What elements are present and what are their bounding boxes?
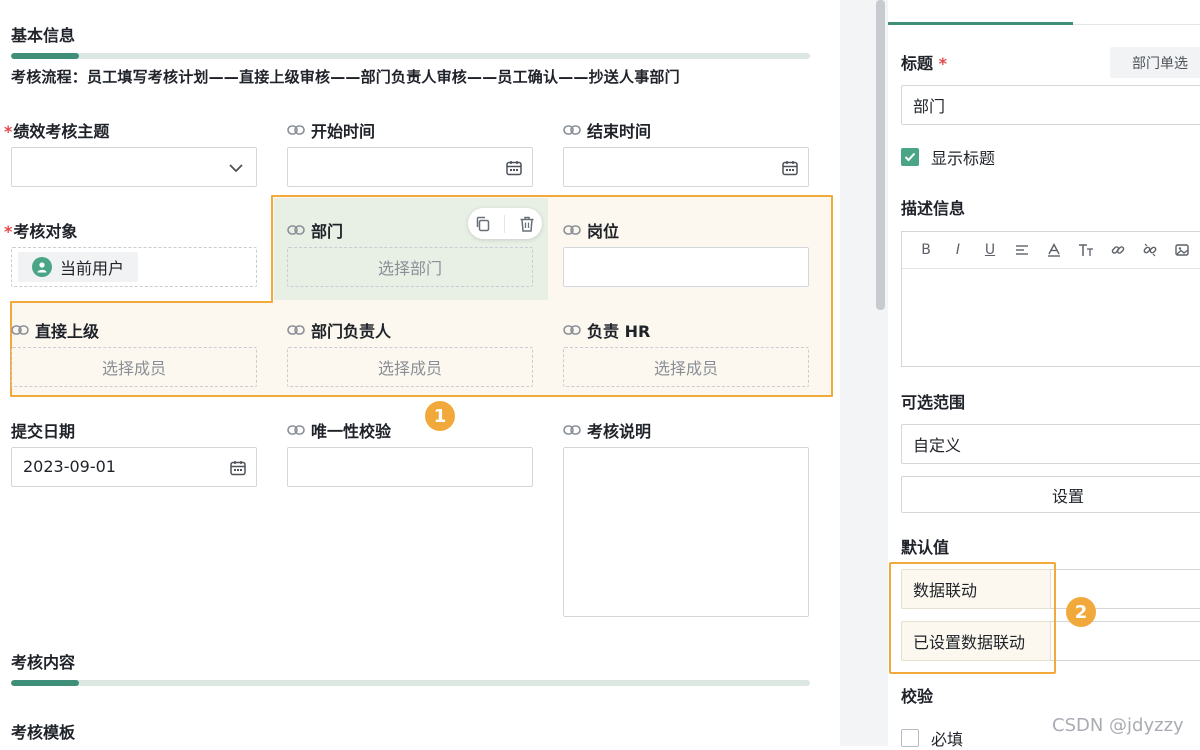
submit-date-value: 2023-09-01: [23, 457, 116, 476]
bold-icon[interactable]: B: [910, 231, 942, 269]
rich-text-toolbar: B I U: [901, 231, 1200, 269]
checkbox-unchecked-icon[interactable]: [901, 729, 919, 747]
field-toolbar: [468, 208, 542, 239]
calendar-icon: [782, 161, 798, 176]
target-user-picker[interactable]: 当前用户: [11, 247, 257, 287]
scrollbar-thumb[interactable]: [876, 0, 885, 310]
section-title-content: 考核内容: [11, 653, 76, 672]
required-label: 必填: [931, 730, 964, 749]
validation-label: 校验: [901, 687, 934, 706]
italic-icon[interactable]: I: [942, 231, 974, 269]
field-label-uniqueness: 唯一性校验: [287, 418, 391, 442]
link-icon: [287, 225, 305, 235]
description-textarea[interactable]: [563, 447, 809, 617]
tab-active-indicator: [888, 22, 1073, 25]
end-time-input[interactable]: [563, 147, 809, 187]
default-input-backdrop-2: [1048, 621, 1200, 661]
field-label-hr: 负责 HR: [563, 318, 650, 342]
show-title-label: 显示标题: [931, 149, 996, 168]
field-label-dept-head: 部门负责人: [287, 318, 391, 342]
annotation-badge-2: 2: [1066, 597, 1096, 627]
watermark: CSDN @jdyzzy: [1052, 715, 1184, 736]
field-label-theme: *绩效考核主题: [4, 122, 110, 141]
user-chip-label: 当前用户: [60, 259, 125, 278]
link-icon: [563, 225, 581, 235]
link-icon: [287, 425, 305, 435]
checkbox-checked-icon[interactable]: [901, 148, 919, 166]
field-type-chip: 部门单选: [1110, 47, 1200, 78]
theme-select[interactable]: [11, 147, 257, 187]
uniqueness-input[interactable]: [287, 447, 533, 487]
font-size-icon[interactable]: [1070, 231, 1102, 269]
required-mark: *: [4, 222, 13, 241]
position-input[interactable]: [563, 247, 809, 287]
field-label-end-time: 结束时间: [563, 118, 651, 142]
show-title-checkbox-row[interactable]: 显示标题: [901, 145, 995, 169]
underline-icon[interactable]: U: [974, 231, 1006, 269]
link-icon[interactable]: [1102, 231, 1134, 269]
section-title-template: 考核模板: [11, 723, 76, 742]
dept-picker[interactable]: 选择部门: [287, 247, 533, 287]
start-time-input[interactable]: [287, 147, 533, 187]
trash-icon[interactable]: [518, 215, 536, 233]
link-icon: [287, 325, 305, 335]
default-value-outline: [889, 562, 1056, 674]
link-icon: [563, 125, 581, 135]
field-label-dept: 部门: [287, 218, 343, 242]
field-label-target: *考核对象: [4, 222, 78, 241]
title-input[interactable]: 部门: [901, 85, 1200, 125]
hr-picker[interactable]: 选择成员: [563, 347, 809, 387]
link-icon: [11, 325, 29, 335]
calendar-icon: [506, 161, 522, 176]
range-select[interactable]: 自定义: [901, 424, 1200, 464]
user-avatar-icon: [32, 257, 52, 277]
calendar-icon: [230, 461, 246, 476]
submit-date-input[interactable]: 2023-09-01: [11, 447, 257, 487]
section-divider: [11, 680, 810, 686]
direct-superior-picker[interactable]: 选择成员: [11, 347, 257, 387]
default-value-label: 默认值: [901, 538, 950, 557]
title-label: 标题 *: [901, 54, 947, 73]
required-mark: *: [4, 122, 13, 141]
copy-icon[interactable]: [474, 215, 492, 233]
field-label-position: 岗位: [563, 218, 619, 242]
settings-button[interactable]: 设置: [901, 476, 1200, 513]
link-icon: [563, 325, 581, 335]
chevron-down-icon: [229, 164, 243, 173]
unlink-icon[interactable]: [1134, 231, 1166, 269]
image-icon[interactable]: [1166, 231, 1198, 269]
description-info-label: 描述信息: [901, 199, 966, 218]
properties-panel: 标题 * 部门单选 部门 显示标题 描述信息 B I U 可选范围 自定义 设置…: [888, 0, 1200, 749]
field-label-start-time: 开始时间: [287, 118, 375, 142]
dept-head-picker[interactable]: 选择成员: [287, 347, 533, 387]
link-icon: [287, 125, 305, 135]
annotation-badge-1: 1: [425, 401, 455, 431]
field-label-submit-date: 提交日期: [11, 422, 76, 441]
range-label: 可选范围: [901, 393, 966, 412]
form-canvas: 基本信息 考核流程：员工填写考核计划——直接上级审核——部门负责人审核——员工确…: [0, 0, 840, 746]
align-left-icon[interactable]: [1006, 231, 1038, 269]
field-label-description: 考核说明: [563, 418, 651, 442]
font-color-icon[interactable]: [1038, 231, 1070, 269]
rich-text-editor[interactable]: [901, 269, 1200, 367]
required-checkbox-row[interactable]: 必填: [901, 726, 963, 750]
user-chip[interactable]: 当前用户: [18, 252, 139, 282]
link-icon: [563, 425, 581, 435]
field-label-direct-superior: 直接上级: [11, 318, 99, 342]
